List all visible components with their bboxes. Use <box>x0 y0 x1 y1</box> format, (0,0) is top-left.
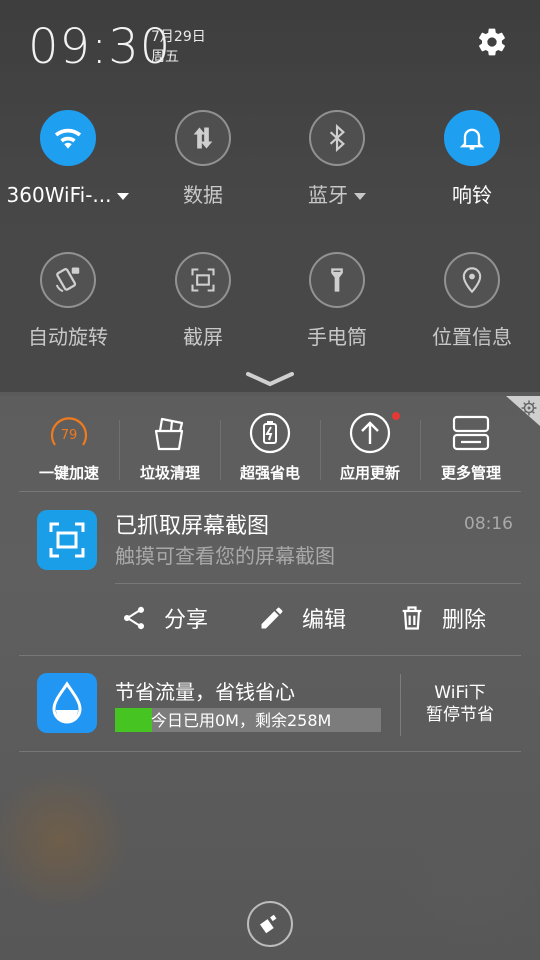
collapse-chevron-icon[interactable] <box>246 368 294 388</box>
screenshot-app-icon <box>37 510 97 570</box>
tool-label: 应用更新 <box>339 464 400 482</box>
location-icon <box>444 252 500 308</box>
bluetooth-icon <box>309 110 365 166</box>
trash-icon <box>402 606 422 630</box>
share-label: 分享 <box>164 608 209 633</box>
clock: 09:30 <box>28 19 172 75</box>
tool-speed-up[interactable]: 79 一键加速 <box>19 410 119 483</box>
notification-title: 已抓取屏幕截图 <box>115 514 270 539</box>
toggle-bluetooth[interactable]: 蓝牙 <box>272 110 402 208</box>
toggle-label-flashlight: 手电筒 <box>307 325 367 349</box>
delete-label: 删除 <box>442 608 487 633</box>
toggle-label-ring: 响铃 <box>452 183 492 207</box>
divider <box>19 751 521 752</box>
tool-trash-clean[interactable]: 垃圾清理 <box>120 410 220 483</box>
tool-label: 超强省电 <box>239 464 300 482</box>
tool-label: 更多管理 <box>440 464 501 482</box>
toggle-flashlight[interactable]: 手电筒 <box>272 252 402 350</box>
bell-icon <box>444 110 500 166</box>
notification-text: 触摸可查看您的屏幕截图 <box>115 544 335 568</box>
data-saver-title: 节省流量，省钱省心 <box>115 680 295 704</box>
toggle-screenshot[interactable]: 截屏 <box>138 252 268 350</box>
tool-app-update[interactable]: 应用更新 <box>320 410 420 483</box>
tool-label: 一键加速 <box>38 464 99 482</box>
screenshot-icon <box>175 252 231 308</box>
mobile-data-icon <box>175 110 231 166</box>
bluetooth-label: 蓝牙 <box>308 183 348 207</box>
chevron-down-icon[interactable] <box>117 193 130 200</box>
clear-all-button[interactable] <box>247 901 293 947</box>
battery-saver-icon <box>220 410 320 456</box>
water-drop-icon <box>37 673 97 733</box>
pause-line-2: 暂停节省 <box>426 705 494 725</box>
tool-label: 垃圾清理 <box>139 464 200 482</box>
app-update-icon <box>320 410 420 456</box>
delete-button[interactable]: 删除 <box>398 602 486 634</box>
edit-button[interactable]: 编辑 <box>258 602 346 634</box>
tool-battery-saver[interactable]: 超强省电 <box>220 410 320 483</box>
toggle-label-rotate: 自动旋转 <box>28 325 108 349</box>
edit-label: 编辑 <box>302 608 347 633</box>
toggle-location[interactable]: 位置信息 <box>407 252 537 350</box>
date-text: 7月29日 <box>151 29 206 45</box>
trash-clean-icon <box>120 410 220 456</box>
date-block: 7月29日 周五 <box>151 27 206 67</box>
toggle-label-bluetooth: 蓝牙 <box>272 182 402 208</box>
pause-line-1: WiFi下 <box>434 683 486 703</box>
data-usage-text: 今日已用0M，剩余258M <box>151 711 332 730</box>
pencil-icon <box>261 607 283 629</box>
chevron-down-icon[interactable] <box>354 193 366 200</box>
wifi-name: 360WiFi-... <box>6 183 112 207</box>
toggle-label-wifi: 360WiFi-... <box>3 182 133 208</box>
toggle-mobile-data[interactable]: 数据 <box>138 110 268 208</box>
speed-value: 79 <box>61 428 78 443</box>
pause-saving-button[interactable]: WiFi下 暂停节省 <box>400 682 520 726</box>
share-button[interactable]: 分享 <box>120 602 208 634</box>
toggle-wifi[interactable]: 360WiFi-... <box>3 110 133 208</box>
data-usage-fill <box>115 708 153 732</box>
speed-gauge-icon: 79 <box>19 410 119 456</box>
update-badge <box>392 412 400 420</box>
gear-icon[interactable] <box>476 26 508 58</box>
more-manage-icon <box>421 410 521 456</box>
toggle-label-screenshot: 截屏 <box>183 325 223 349</box>
share-icon <box>123 606 145 630</box>
notification-time: 08:16 <box>464 514 513 534</box>
auto-rotate-icon <box>40 252 96 308</box>
divider <box>115 583 521 584</box>
toggle-auto-rotate[interactable]: 自动旋转 <box>3 252 133 350</box>
data-usage-bar: 今日已用0M，剩余258M <box>115 708 381 732</box>
toggle-label-location: 位置信息 <box>432 325 512 349</box>
toggle-ring[interactable]: 响铃 <box>407 110 537 208</box>
tool-more-manage[interactable]: 更多管理 <box>421 410 521 483</box>
toggle-label-data: 数据 <box>183 183 223 207</box>
flashlight-icon <box>309 252 365 308</box>
broom-icon <box>260 914 277 934</box>
weekday-text: 周五 <box>151 49 179 65</box>
wifi-icon <box>40 110 96 166</box>
